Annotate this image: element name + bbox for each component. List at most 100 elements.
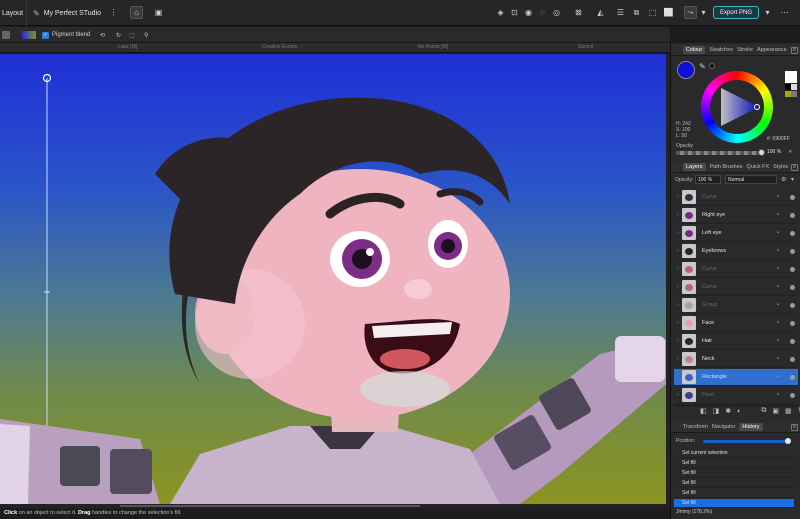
- tab-quick-fx[interactable]: Quick FX: [747, 164, 770, 170]
- recent-swatch[interactable]: [791, 91, 797, 97]
- pixel-layer-icon[interactable]: ▦: [785, 407, 792, 415]
- expand-arrow-icon[interactable]: ›: [674, 248, 682, 254]
- layer-lock-icon[interactable]: ⚬: [776, 392, 780, 398]
- expand-arrow-icon[interactable]: ›: [674, 266, 682, 272]
- layer-visibility-icon[interactable]: [790, 320, 795, 326]
- history-item[interactable]: Set fill: [674, 499, 794, 508]
- layer-visibility-icon[interactable]: [790, 212, 795, 218]
- export-button[interactable]: Export PNG: [713, 6, 759, 19]
- export-options-icon[interactable]: ▾: [761, 6, 774, 19]
- stroke-colour-well[interactable]: [709, 63, 715, 69]
- reverse-gradient-icon[interactable]: ⟲: [100, 30, 105, 40]
- panel-menu-icon[interactable]: ≡: [791, 164, 798, 171]
- transform-icon[interactable]: ⊠: [572, 6, 585, 19]
- layer-lock-icon[interactable]: ⚬: [776, 374, 780, 380]
- layer-row[interactable]: › Hair ⚬: [674, 333, 798, 350]
- tab-history[interactable]: History: [739, 423, 763, 431]
- history-item[interactable]: Set current selection: [674, 449, 794, 458]
- expand-arrow-icon[interactable]: ›: [674, 302, 682, 308]
- layer-lock-icon[interactable]: ⚬: [776, 302, 780, 308]
- expand-arrow-icon[interactable]: ›: [674, 194, 682, 200]
- tab-appearance[interactable]: Appearance: [757, 47, 787, 53]
- layer-lock-icon[interactable]: ⚬: [776, 284, 780, 290]
- layer-lock-icon[interactable]: ⚬: [776, 266, 780, 272]
- hex-value[interactable]: #: 0900FF: [767, 136, 790, 142]
- layer-name[interactable]: Eyebrows: [702, 248, 726, 254]
- distribute-icon[interactable]: ⊡: [508, 6, 521, 19]
- layer-visibility-icon[interactable]: [790, 194, 795, 200]
- layer-row[interactable]: › Right eye ⚬: [674, 207, 798, 224]
- overflow-menu-icon[interactable]: ⋯: [778, 6, 791, 19]
- tab-swatches[interactable]: Swatches: [709, 47, 733, 53]
- layer-row[interactable]: › Eyebrows ⚬: [674, 243, 798, 260]
- expand-arrow-icon[interactable]: ›: [674, 212, 682, 218]
- more-menu-icon[interactable]: ⋮: [107, 6, 120, 19]
- layer-settings-icon[interactable]: ⚙: [781, 176, 786, 183]
- opacity-slider[interactable]: [676, 149, 765, 156]
- gradient-box-icon[interactable]: ⬚: [129, 30, 135, 40]
- layer-name[interactable]: Pixel: [702, 392, 714, 398]
- history-item[interactable]: Set fill: [674, 469, 794, 478]
- history-position-slider[interactable]: [703, 438, 791, 444]
- tab-transform[interactable]: Transform: [683, 424, 708, 430]
- view-mode-icon[interactable]: ▣: [152, 6, 165, 19]
- scroll-thumb[interactable]: [120, 505, 420, 507]
- layer-visibility-icon[interactable]: [790, 248, 795, 254]
- subtract-icon[interactable]: ◌: [536, 6, 549, 19]
- recent-swatch[interactable]: [791, 84, 797, 90]
- opacity-value[interactable]: 100 %: [767, 149, 781, 155]
- pen-tool-icon[interactable]: ⤳: [684, 6, 697, 19]
- layer-name[interactable]: Right eye: [702, 212, 725, 218]
- layer-lock-icon[interactable]: ⚬: [776, 230, 780, 236]
- history-item[interactable]: Set fill: [674, 479, 794, 488]
- tab-navigator[interactable]: Navigator: [712, 424, 736, 430]
- group-layers-icon[interactable]: ▣: [772, 407, 779, 415]
- tab-styles[interactable]: Styles: [773, 164, 788, 170]
- flip-icon[interactable]: ◭: [594, 6, 607, 19]
- layer-visibility-icon[interactable]: [790, 284, 795, 290]
- crop-icon[interactable]: ⬚: [646, 6, 659, 19]
- document-tab[interactable]: ✎ My Perfect STudio: [26, 0, 106, 26]
- layer-row[interactable]: › Curve ⚬: [674, 279, 798, 296]
- adjustment-icon[interactable]: ◨: [713, 407, 720, 415]
- tab-colour[interactable]: Colour: [683, 46, 706, 54]
- layer-lock-icon[interactable]: ⚬: [776, 338, 780, 344]
- expand-arrow-icon[interactable]: ›: [674, 284, 682, 290]
- blend-mode-select[interactable]: Normal: [725, 175, 777, 184]
- layer-row[interactable]: › Pixel ⚬: [674, 387, 798, 404]
- layer-lock-icon[interactable]: ⚬: [776, 356, 780, 362]
- layer-lock-icon[interactable]: ⚬: [776, 194, 780, 200]
- layer-row[interactable]: › Left eye ⚬: [674, 225, 798, 242]
- arrange-icon[interactable]: ◈: [494, 6, 507, 19]
- expand-arrow-icon[interactable]: ›: [674, 230, 682, 236]
- combine-icon[interactable]: ◉: [522, 6, 535, 19]
- layer-visibility-icon[interactable]: [790, 302, 795, 308]
- gradient-icon[interactable]: [22, 30, 36, 40]
- boundary-icon[interactable]: ⬜: [662, 6, 675, 19]
- layer-name[interactable]: Hair: [702, 338, 712, 344]
- document-canvas[interactable]: [0, 54, 666, 504]
- layer-visibility-icon[interactable]: [790, 338, 795, 344]
- layer-visibility-icon[interactable]: [790, 392, 795, 398]
- layer-visibility-icon[interactable]: [790, 374, 795, 380]
- colour-triangle[interactable]: [701, 71, 773, 143]
- snapping-icon[interactable]: ⌂: [130, 6, 143, 19]
- panel-menu-icon[interactable]: ≡: [791, 424, 798, 431]
- layer-row[interactable]: › Neck ⚬: [674, 351, 798, 368]
- layer-lock-icon[interactable]: ⚬: [776, 248, 780, 254]
- layer-row[interactable]: › Rectangle ⚬: [674, 369, 798, 386]
- expand-arrow-icon[interactable]: ›: [674, 392, 682, 398]
- rotate-gradient-icon[interactable]: ↻: [116, 30, 121, 40]
- colour-wheel[interactable]: [701, 71, 773, 143]
- layer-name[interactable]: Left eye: [702, 230, 722, 236]
- add-layer-icon[interactable]: ⧉: [761, 407, 766, 415]
- history-position-handle[interactable]: [785, 438, 791, 444]
- colour-picker-icon[interactable]: ✎: [699, 62, 706, 71]
- chevron-down-icon[interactable]: ▾: [789, 149, 792, 155]
- pigment-blend-checkbox[interactable]: ✓ Pigment blend: [42, 30, 90, 40]
- layer-row[interactable]: › Face ⚬: [674, 315, 798, 332]
- group-icon[interactable]: ⧉: [630, 6, 643, 19]
- layer-row[interactable]: › Curve ⚬: [674, 189, 798, 206]
- layer-lock-icon[interactable]: ⚬: [776, 320, 780, 326]
- layer-name[interactable]: Neck: [702, 356, 715, 362]
